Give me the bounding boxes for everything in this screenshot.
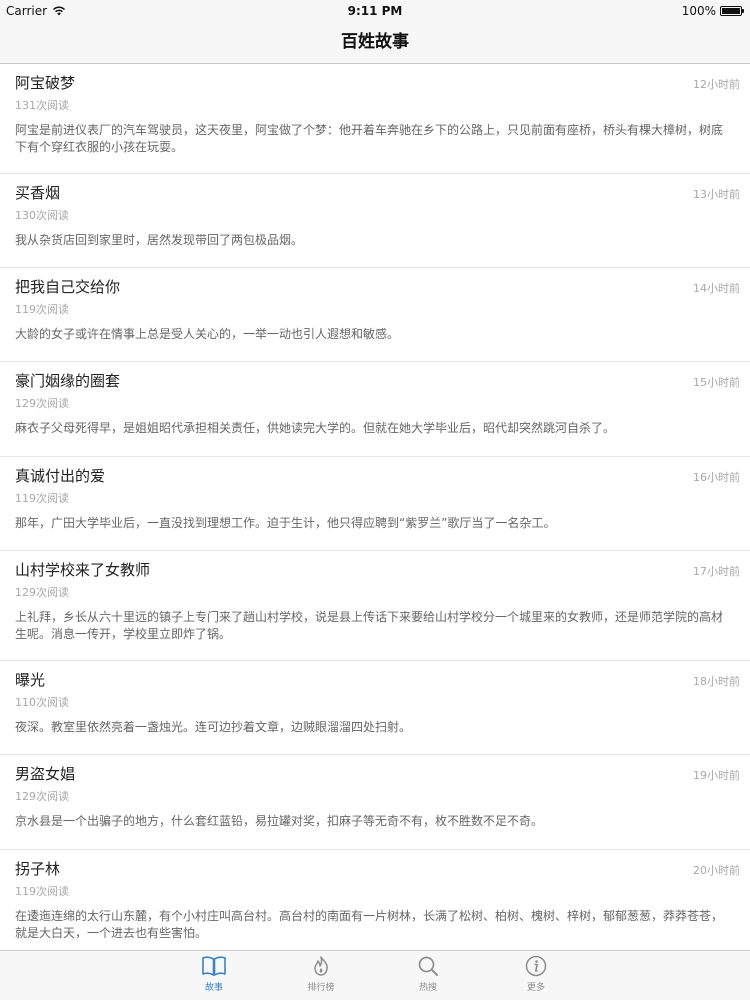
story-time: 12小时前 — [693, 78, 740, 91]
story-read-count: 129次阅读 — [15, 397, 69, 410]
flame-icon — [291, 955, 351, 977]
story-row[interactable]: 豪门姻缘的圈套 15小时前 129次阅读麻衣子父母死得早，是姐姐昭代承担相关责任，供… — [0, 362, 750, 457]
battery-icon — [720, 6, 744, 16]
story-read-count: 119次阅读 — [15, 303, 69, 316]
story-time: 20小时前 — [693, 864, 740, 877]
story-summary: 我从杂货店回到家里时，居然发现带回了两包极品烟。 — [15, 233, 304, 247]
page-title: 百姓故事 — [341, 32, 409, 52]
tab-3[interactable]: 更多 — [506, 955, 566, 993]
story-row[interactable]: 山村学校来了女教师 17小时前 129次阅读上礼拜，乡长从六十里远的镇子上专门来了趟… — [0, 551, 750, 661]
story-title: 阿宝破梦 — [15, 74, 76, 92]
story-time: 13小时前 — [693, 188, 740, 201]
tab-0[interactable]: 故事 — [184, 955, 244, 993]
story-title: 曝光 — [15, 671, 46, 689]
story-time: 19小时前 — [693, 769, 740, 782]
story-time: 17小时前 — [693, 565, 740, 578]
story-read-count: 129次阅读 — [15, 586, 69, 599]
status-bar: Carrier 9:11 PM 100% — [0, 0, 750, 22]
story-row[interactable]: 拐子林 20小时前 119次阅读在逶迤连绵的太行山东麓，有个小村庄叫高台村。高台村的… — [0, 850, 750, 950]
story-read-count: 119次阅读 — [15, 885, 69, 898]
story-summary: 麻衣子父母死得早，是姐姐昭代承担相关责任，供她读完大学的。但就在她大学毕业后，昭… — [15, 421, 616, 435]
story-read-count: 110次阅读 — [15, 696, 69, 709]
story-row[interactable]: 男盗女娼 19小时前 129次阅读京水县是一个出骗子的地方，什么套红蓝铅，易拉罐对奖… — [0, 755, 750, 850]
story-summary: 阿宝是前进仪表厂的汽车驾驶员，这天夜里，阿宝做了个梦：他开着车奔驰在乡下的公路上… — [15, 123, 724, 154]
story-summary: 在逶迤连绵的太行山东麓，有个小村庄叫高台村。高台村的南面有一片树林，长满了松树、… — [15, 909, 724, 940]
story-title: 男盗女娼 — [15, 765, 76, 783]
story-title: 山村学校来了女教师 — [15, 561, 151, 579]
story-read-count: 131次阅读 — [15, 99, 69, 112]
tab-2[interactable]: 热搜 — [398, 955, 458, 993]
book-icon — [184, 955, 244, 977]
story-read-count: 129次阅读 — [15, 790, 69, 803]
battery-group: 100% — [681, 4, 744, 18]
story-summary: 大龄的女子或许在情事上总是受人关心的，一举一动也引人遐想和敏感。 — [15, 327, 400, 341]
clock: 9:11 PM — [347, 4, 403, 18]
story-row[interactable]: 买香烟 13小时前 130次阅读我从杂货店回到家里时，居然发现带回了两包极品烟。 — [0, 174, 750, 268]
story-row[interactable]: 把我自己交给你 14小时前 119次阅读大龄的女子或许在情事上总是受人关心的，一举一… — [0, 268, 750, 362]
story-row[interactable]: 曝光 18小时前 110次阅读夜深。教室里依然亮着一盏烛光。连可边抄着文章，边贼眼溜… — [0, 661, 750, 755]
tab-label: 热搜 — [418, 983, 437, 993]
story-summary: 上礼拜，乡长从六十里远的镇子上专门来了趟山村学校，说是县上传话下来要给山村学校分… — [15, 610, 724, 641]
nav-bar: 百姓故事 — [0, 22, 750, 64]
tab-label: 更多 — [526, 983, 545, 993]
story-time: 15小时前 — [693, 376, 740, 389]
story-read-count: 130次阅读 — [15, 209, 69, 222]
story-time: 18小时前 — [693, 675, 740, 688]
story-title: 把我自己交给你 — [15, 278, 121, 296]
story-summary: 夜深。教室里依然亮着一盏烛光。连可边抄着文章，边贼眼溜溜四处扫射。 — [15, 720, 412, 734]
info-icon — [506, 955, 566, 977]
story-time: 16小时前 — [693, 471, 740, 484]
battery-percent: 100% — [681, 4, 716, 18]
story-read-count: 119次阅读 — [15, 492, 69, 505]
story-row[interactable]: 阿宝破梦 12小时前 131次阅读阿宝是前进仪表厂的汽车驾驶员，这天夜里，阿宝做了个… — [0, 64, 750, 174]
search-icon — [398, 955, 458, 977]
story-row[interactable]: 真诚付出的爱 16小时前 119次阅读那年，广田大学毕业后，一直没找到理想工作。迫于… — [0, 457, 750, 551]
story-title: 拐子林 — [15, 860, 61, 878]
tab-label: 故事 — [204, 983, 223, 993]
tab-1[interactable]: 排行榜 — [291, 955, 351, 993]
story-title: 买香烟 — [15, 184, 61, 202]
tab-label: 排行榜 — [307, 983, 335, 993]
story-time: 14小时前 — [693, 282, 740, 295]
tab-bar: 故事 排行榜 热搜 更多 — [0, 950, 750, 1000]
story-title: 真诚付出的爱 — [15, 467, 106, 485]
story-title: 豪门姻缘的圈套 — [15, 372, 121, 390]
story-list[interactable]: 阿宝破梦 12小时前 131次阅读阿宝是前进仪表厂的汽车驾驶员，这天夜里，阿宝做了个… — [0, 64, 750, 950]
story-summary: 那年，广田大学毕业后，一直没找到理想工作。迫于生计，他只得应聘到“紫罗兰”歌厅当… — [15, 516, 556, 530]
story-summary: 京水县是一个出骗子的地方，什么套红蓝铅，易拉罐对奖，扣麻子等无奇不有，枚不胜数不… — [15, 814, 544, 828]
